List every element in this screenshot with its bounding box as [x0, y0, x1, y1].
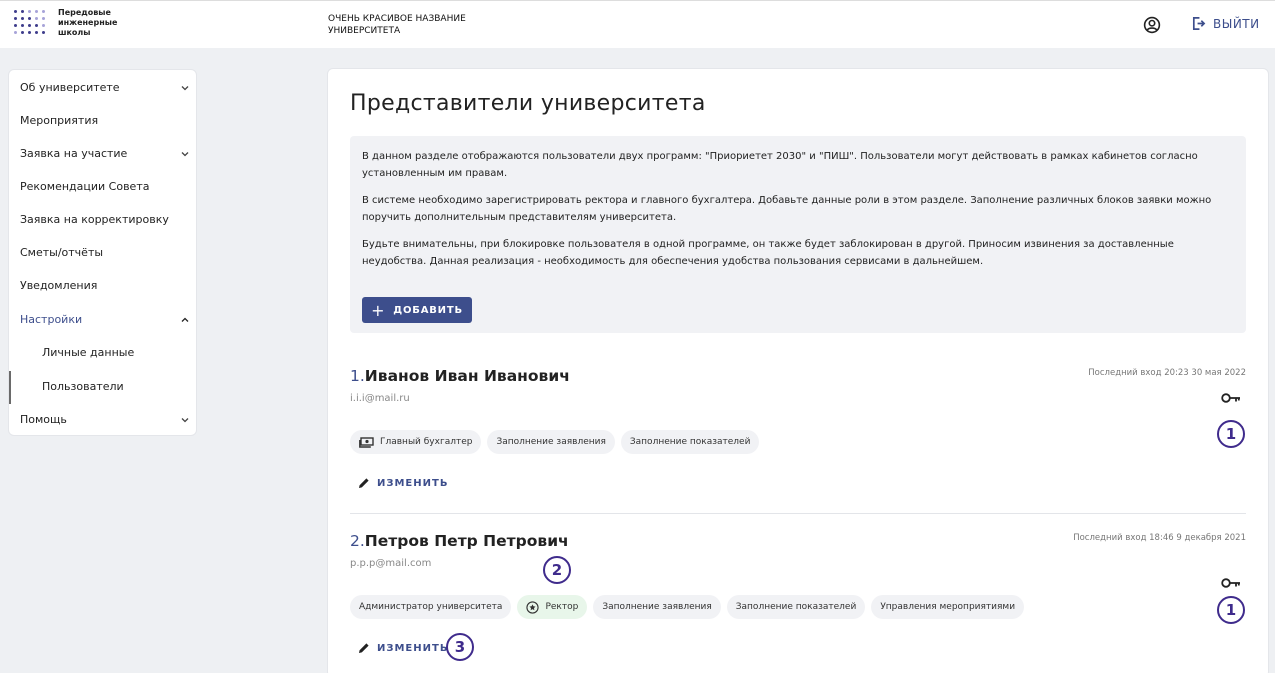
sidebar-item-label: Помощь: [20, 413, 67, 426]
sidebar-item-label: Настройки: [20, 313, 83, 326]
sidebar-item-users[interactable]: Пользователи: [42, 370, 182, 403]
sidebar-item-label: Рекомендации Совета: [20, 180, 150, 193]
chevron-down-icon: [181, 85, 189, 90]
sidebar-item-label: Сметы/отчёты: [20, 246, 104, 259]
chevron-down-icon: [181, 151, 189, 156]
top-bar: Передовые инженерные школы ОЧЕНЬ КРАСИВО…: [0, 0, 1275, 48]
role-chip: Главный бухгалтер: [350, 430, 482, 454]
plus-icon: +: [371, 300, 386, 320]
logo-dots-icon: [14, 10, 45, 40]
money-icon: [359, 436, 374, 448]
sidebar-item-label: Мероприятия: [20, 114, 99, 127]
logout-icon: [1192, 17, 1206, 30]
user-name: 2.Петров Петр Петрович: [350, 532, 569, 550]
user-email: i.i.i@mail.ru: [350, 393, 410, 404]
account-circle-icon[interactable]: [1143, 16, 1161, 34]
sidebar-item-personal-data[interactable]: Личные данные: [42, 336, 182, 369]
sidebar-item-about[interactable]: Об университете: [20, 71, 190, 104]
app-title: ОЧЕНЬ КРАСИВОЕ НАЗВАНИЕ УНИВЕРСИТЕТА: [328, 14, 466, 36]
user-email: p.p.p@mail.com: [350, 558, 432, 569]
role-chips: Администратор университета Ректор Заполн…: [350, 595, 1025, 619]
role-chip-rector: Ректор: [517, 595, 588, 619]
add-button-label: ДОБАВИТЬ: [393, 304, 463, 316]
active-item-marker: [9, 371, 11, 404]
edit-user-button[interactable]: ИЗМЕНИТЬ: [358, 642, 448, 654]
info-paragraph: Будьте внимательны, при блокировке польз…: [362, 239, 1174, 267]
sidebar: Об университете Мероприятия Заявка на уч…: [8, 69, 197, 436]
pencil-icon: [359, 478, 369, 488]
role-chip: Заполнение заявления: [487, 430, 615, 454]
sidebar-item-correction-request[interactable]: Заявка на корректировку: [20, 203, 190, 236]
chevron-down-icon: [181, 417, 189, 422]
info-box: В данном разделе отображаются пользовате…: [350, 136, 1246, 333]
sidebar-item-estimates-reports[interactable]: Сметы/отчёты: [20, 236, 190, 269]
add-user-button[interactable]: + ДОБАВИТЬ: [362, 297, 472, 323]
star-circle-icon: [526, 600, 540, 614]
role-chip: Администратор университета: [350, 595, 512, 619]
last-login: Последний вход 18:46 9 декабря 2021: [1073, 533, 1246, 543]
sidebar-item-settings[interactable]: Настройки: [20, 303, 190, 336]
role-chip: Заполнение показателей: [620, 430, 760, 454]
logo[interactable]: Передовые инженерные школы: [14, 8, 128, 40]
sidebar-item-label: Заявка на корректировку: [20, 213, 169, 226]
user-name: 1.Иванов Иван Иванович: [350, 367, 570, 385]
logo-text: Передовые инженерные школы: [58, 8, 118, 37]
sidebar-item-events[interactable]: Мероприятия: [20, 104, 190, 137]
last-login: Последний вход 20:23 30 мая 2022: [1088, 368, 1246, 378]
main-panel: Представители университета В данном разд…: [327, 68, 1269, 673]
annotation-badge: 1: [1217, 596, 1245, 624]
sidebar-item-notifications[interactable]: Уведомления: [20, 269, 190, 302]
role-chips: Главный бухгалтер Заполнение заявления З…: [350, 430, 760, 454]
sidebar-item-application[interactable]: Заявка на участие: [20, 137, 190, 170]
divider: [350, 513, 1246, 514]
logout-label: ВЫЙТИ: [1213, 16, 1260, 31]
sidebar-item-label: Уведомления: [20, 279, 98, 292]
chevron-up-icon: [181, 317, 189, 322]
edit-user-button[interactable]: ИЗМЕНИТЬ: [358, 477, 448, 489]
pencil-icon: [359, 643, 369, 653]
info-paragraph: В данном разделе отображаются пользовате…: [362, 151, 1198, 179]
sidebar-item-label: Личные данные: [42, 346, 135, 359]
sidebar-item-label: Об университете: [20, 81, 120, 94]
logout-button[interactable]: ВЫЙТИ: [1191, 16, 1260, 31]
info-paragraph: В системе необходимо зарегистрировать ре…: [362, 195, 1212, 223]
sidebar-item-label: Заявка на участие: [20, 147, 128, 160]
role-chip: Заполнение показателей: [726, 595, 866, 619]
sidebar-item-label: Пользователи: [42, 380, 124, 393]
page-title: Представители университета: [350, 91, 706, 116]
annotation-badge: 1: [1217, 420, 1245, 448]
role-chip: Управления мероприятиями: [871, 595, 1025, 619]
key-icon[interactable]: [1221, 392, 1241, 404]
role-chip: Заполнение заявления: [593, 595, 721, 619]
sidebar-item-help[interactable]: Помощь: [20, 403, 190, 436]
sidebar-item-council-recommendations[interactable]: Рекомендации Совета: [20, 170, 190, 203]
annotation-badge: 2: [543, 556, 571, 584]
key-icon[interactable]: [1221, 577, 1241, 589]
annotation-badge: 3: [446, 633, 474, 661]
